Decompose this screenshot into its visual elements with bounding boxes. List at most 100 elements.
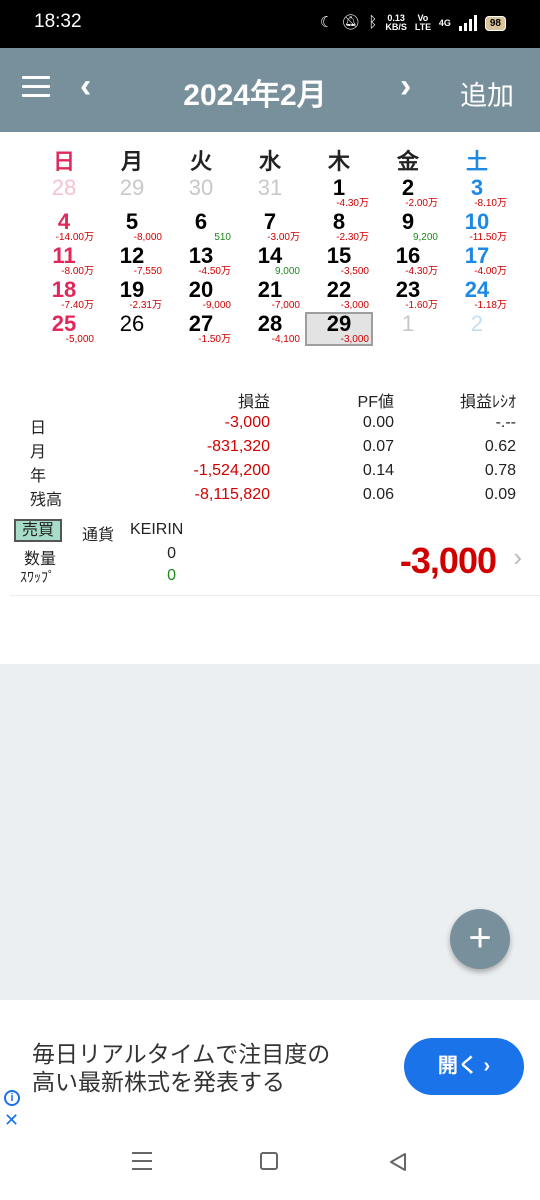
- day-pl: -7,550: [133, 266, 162, 277]
- day-number: 31: [257, 175, 283, 200]
- stats-row-balance: 残高 -8,115,820 0.06 0.09: [0, 486, 540, 510]
- stats-row-month: 月 -831,320 0.07 0.62: [0, 438, 540, 462]
- calendar-day[interactable]: 7 -3.00万: [236, 210, 304, 244]
- ad-banner[interactable]: 毎日リアルタイムで注目度の 高い最新株式を発表する 開く › i ✕: [0, 1000, 540, 1134]
- day-number: 1: [332, 175, 346, 200]
- trade-item[interactable]: 売買 通貨 KEIRIN 数量 0 ｽﾜｯﾌﾟ 0 -3,000 ›: [10, 516, 540, 596]
- calendar-day-today[interactable]: 29 -3,000: [305, 312, 373, 346]
- day-number: 13: [188, 243, 214, 268]
- day-number: 25: [51, 311, 77, 336]
- day-number: 19: [119, 277, 145, 302]
- dnd-moon-icon: ☾: [319, 14, 334, 31]
- day-number: 24: [464, 277, 490, 302]
- calendar-day[interactable]: 9 9,200: [374, 210, 442, 244]
- day-pl: -4.30万: [336, 198, 369, 209]
- calendar-day[interactable]: 13 -4.50万: [167, 244, 235, 278]
- calendar-day[interactable]: 29: [98, 176, 166, 210]
- weekday-label: 木: [327, 149, 350, 174]
- stats-row-pl: -831,320: [206, 438, 270, 455]
- home-icon[interactable]: [260, 1152, 278, 1170]
- calendar-day[interactable]: 12 -7,550: [98, 244, 166, 278]
- stats-row-ratio: -.--: [495, 414, 516, 431]
- calendar-day[interactable]: 18 -7.40万: [30, 278, 98, 312]
- calendar-content: 日月火水木金土 28 29 30 31 1 -4.30万 2 -2.00万 3 -8.10万 4 -1…: [0, 132, 540, 664]
- calendar-day[interactable]: 24 -1.18万: [443, 278, 511, 312]
- day-pl: -3,000: [340, 334, 369, 345]
- add-fab-button[interactable]: +: [450, 909, 510, 969]
- calendar-day[interactable]: 10 -11.50万: [443, 210, 511, 244]
- day-number: 17: [464, 243, 490, 268]
- signal-icon: [458, 15, 477, 31]
- day-pl: -2.30万: [336, 232, 369, 243]
- calendar-day[interactable]: 28: [30, 176, 98, 210]
- next-month-chevron-icon[interactable]: ›: [400, 66, 411, 106]
- calendar-day[interactable]: 16 -4.30万: [374, 244, 442, 278]
- stats-row-label: 日: [30, 420, 47, 437]
- stats-row-pf: 0.14: [362, 462, 394, 479]
- bluetooth-icon: ᛒ: [368, 14, 378, 31]
- day-pl: -1.50万: [198, 334, 231, 345]
- system-nav-bar: [0, 1134, 540, 1200]
- calendar-day[interactable]: 1 -4.30万: [305, 176, 373, 210]
- day-number: 29: [326, 311, 352, 336]
- day-pl: -4.30万: [405, 266, 438, 277]
- prev-month-chevron-icon[interactable]: ‹: [80, 66, 91, 106]
- ad-open-button[interactable]: 開く ›: [404, 1038, 524, 1095]
- stats-header-ratio: 損益ﾚｼｵ: [459, 394, 516, 411]
- calendar-day[interactable]: 17 -4.00万: [443, 244, 511, 278]
- back-icon[interactable]: [388, 1152, 408, 1172]
- day-number: 29: [119, 175, 145, 200]
- calendar-day[interactable]: 2 -2.00万: [374, 176, 442, 210]
- calendar-day[interactable]: 26: [98, 312, 166, 346]
- day-pl: 510: [214, 232, 231, 243]
- calendar-day[interactable]: 8 -2.30万: [305, 210, 373, 244]
- calendar-day[interactable]: 28 -4,100: [236, 312, 304, 346]
- day-number: 1: [401, 311, 415, 336]
- stats-row-label: 年: [30, 468, 47, 485]
- calendar-day[interactable]: 1: [374, 312, 442, 346]
- ad-info-icon[interactable]: i: [4, 1090, 20, 1106]
- ad-close-icon[interactable]: ✕: [4, 1110, 19, 1131]
- weekday-label: 土: [465, 149, 488, 174]
- chevron-right-icon[interactable]: ›: [513, 542, 522, 573]
- network-type: 4G: [438, 17, 451, 28]
- day-number: 20: [188, 277, 214, 302]
- calendar-day[interactable]: 22 -3,000: [305, 278, 373, 312]
- calendar-day[interactable]: 2: [443, 312, 511, 346]
- add-button[interactable]: 追加: [460, 74, 514, 113]
- calendar-day[interactable]: 19 -2.31万: [98, 278, 166, 312]
- calendar-day[interactable]: 30: [167, 176, 235, 210]
- stats-row-pl: -8,115,820: [194, 486, 270, 503]
- day-pl: 9,000: [274, 266, 300, 277]
- calendar-day[interactable]: 23 -1.60万: [374, 278, 442, 312]
- calendar-day[interactable]: 6 510: [167, 210, 235, 244]
- stats-row-ratio: 0.62: [484, 438, 516, 455]
- day-pl: -4.50万: [198, 266, 231, 277]
- calendar-day[interactable]: 3 -8.10万: [443, 176, 511, 210]
- day-number: 4: [57, 209, 71, 234]
- day-number: 18: [51, 277, 77, 302]
- calendar-day[interactable]: 31: [236, 176, 304, 210]
- volte-indicator: Vo LTE: [414, 13, 432, 32]
- calendar-day[interactable]: 25 -5,000: [30, 312, 98, 346]
- day-number: 28: [51, 175, 77, 200]
- day-pl: 9,200: [412, 232, 438, 243]
- status-bar: 18:32 ☾ 🔕︎ ᛒ 0.13 KB/S Vo LTE 4G 98: [0, 0, 540, 48]
- calendar-day[interactable]: 14 9,000: [236, 244, 304, 278]
- day-number: 26: [119, 311, 145, 336]
- calendar-day[interactable]: 11 -8.00万: [30, 244, 98, 278]
- stats-header-pf: PF値: [357, 394, 394, 411]
- menu-icon[interactable]: [22, 76, 50, 98]
- stats-row-pf: 0.06: [362, 486, 394, 503]
- calendar-day[interactable]: 27 -1.50万: [167, 312, 235, 346]
- calendar-day[interactable]: 20 -9,000: [167, 278, 235, 312]
- calendar-day[interactable]: 15 -3,500: [305, 244, 373, 278]
- day-pl: -4.00万: [474, 266, 507, 277]
- day-number: 3: [470, 175, 484, 200]
- ad-text-line1: 毎日リアルタイムで注目度の: [32, 1041, 331, 1067]
- calendar-day[interactable]: 4 -14.00万: [30, 210, 98, 244]
- calendar-day[interactable]: 5 -8,000: [98, 210, 166, 244]
- day-pl: -8.10万: [474, 198, 507, 209]
- calendar-day[interactable]: 21 -7,000: [236, 278, 304, 312]
- recents-icon[interactable]: [132, 1152, 152, 1170]
